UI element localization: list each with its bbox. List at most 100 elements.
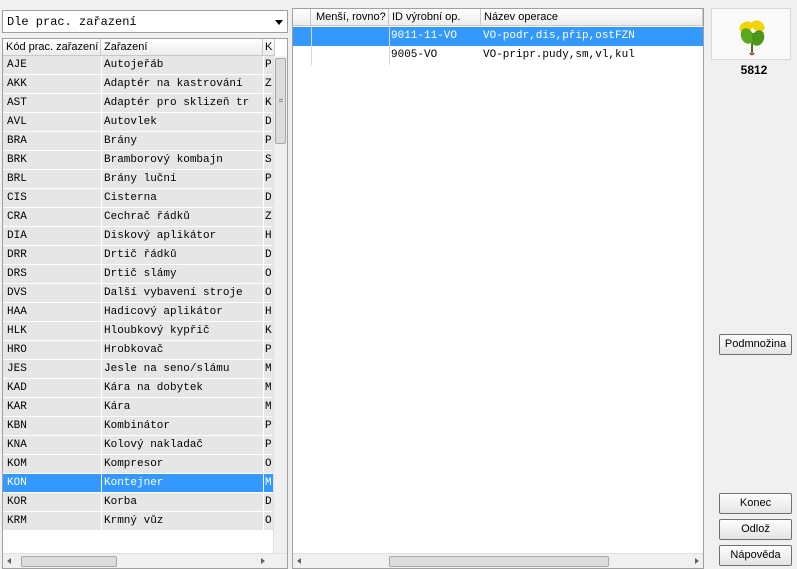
table-cell-code: AST	[7, 97, 27, 109]
table-row[interactable]: KAR Kára M	[3, 398, 273, 417]
table-row[interactable]: AKK Adaptér na kastrování Z	[3, 75, 273, 94]
table-cell-k: S	[265, 154, 272, 166]
table-row[interactable]: KOM Kompresor O	[3, 455, 273, 474]
table-cell-name: Cisterna	[104, 192, 157, 204]
table-row[interactable]: 9011-11-VO VO-podr,dis,přip,ostFZN	[293, 27, 703, 46]
table-row[interactable]: CRA Čechrač řádků Z	[3, 208, 273, 227]
vertical-scrollbar[interactable]	[273, 56, 287, 553]
table-cell-name: Hadicový aplikátor	[104, 306, 223, 318]
table-cell-id: 9011-11-VO	[391, 30, 458, 42]
table-cell-code: DRR	[7, 249, 27, 261]
table-cell-k: K	[265, 325, 272, 337]
table-cell-k: D	[265, 116, 272, 128]
table-cell-code: HLK	[7, 325, 27, 337]
table-cell-name: Kára na dobytek	[104, 382, 204, 394]
table-row[interactable]: AJE Autojeřáb P	[3, 56, 273, 75]
table-cell-code: KRM	[7, 515, 27, 527]
table-cell-name: VO-podr,dis,přip,ostFZN	[483, 30, 635, 42]
column-header-operation-name[interactable]: Název operace	[481, 9, 703, 26]
table-cell-name: Drtič slámy	[104, 268, 177, 280]
table-row[interactable]: KRM Krmný vůz O	[3, 512, 273, 531]
table-cell-k: P	[265, 59, 272, 71]
horizontal-scrollbar[interactable]	[3, 553, 287, 568]
scrollbar-thumb[interactable]	[21, 556, 117, 567]
category-grid: Kód prac. zařazení Zařazení K AJE Autojeř…	[2, 38, 288, 569]
column-divider	[263, 56, 264, 553]
table-cell-k: P	[265, 173, 272, 185]
end-button[interactable]: Konec	[719, 493, 792, 514]
table-row[interactable]: HLK Hloubkový kypřič K	[3, 322, 273, 341]
column-header-operation-id[interactable]: ID výrobní op.	[389, 9, 481, 26]
table-cell-code: BRL	[7, 173, 27, 185]
table-row[interactable]: HAA Hadicový aplikátor H	[3, 303, 273, 322]
table-cell-k: M	[265, 477, 272, 489]
help-button[interactable]: Nápověda	[719, 545, 792, 566]
scroll-left-icon[interactable]	[7, 558, 11, 564]
table-row[interactable]: KON Kontejner M	[3, 474, 273, 493]
side-panel: 5812 Podmnožina Konec Odlož Nápověda	[711, 8, 797, 569]
filter-combobox[interactable]: Dle prac. zařazení	[2, 10, 288, 33]
table-cell-name: Jesle na seno/slámu	[104, 363, 230, 375]
table-row[interactable]: KAD Kára na dobytek M	[3, 379, 273, 398]
table-row[interactable]: HRO Hrobkovač P	[3, 341, 273, 360]
table-row[interactable]: KNA Kolový nakladač P	[3, 436, 273, 455]
scroll-right-icon[interactable]	[695, 558, 699, 564]
table-cell-name: Bramborový kombajn	[104, 154, 223, 166]
table-cell-name: Autojeřáb	[104, 59, 164, 71]
table-row[interactable]: KBN Kombinátor P	[3, 417, 273, 436]
table-cell-name: Kára	[104, 401, 131, 413]
table-row[interactable]: JES Jesle na seno/slámu M	[3, 360, 273, 379]
column-header-blank	[293, 9, 311, 26]
table-cell-k: M	[265, 401, 272, 413]
scroll-left-icon[interactable]	[297, 558, 301, 564]
column-header-less-equal[interactable]: Menší, rovno?	[311, 9, 389, 26]
table-cell-name: Adaptér pro sklizeň tr	[104, 97, 250, 109]
table-cell-k: P	[265, 420, 272, 432]
defer-button[interactable]: Odlož	[719, 519, 792, 540]
chevron-down-icon[interactable]	[275, 20, 283, 25]
table-cell-name: Krmný vůz	[104, 515, 164, 527]
table-cell-name: Brány luční	[104, 173, 177, 185]
scroll-right-icon[interactable]	[261, 558, 265, 564]
table-row[interactable]: AVL Autovlek D	[3, 113, 273, 132]
filter-combobox-value: Dle prac. zařazení	[7, 15, 137, 29]
table-cell-k: O	[265, 287, 272, 299]
table-cell-code: CIS	[7, 192, 27, 204]
table-row[interactable]: DRS Drtič slámy O	[3, 265, 273, 284]
table-row[interactable]: DIA Diskový aplikátor H	[3, 227, 273, 246]
subset-button[interactable]: Podmnožina	[719, 334, 792, 355]
table-cell-code: KON	[7, 477, 27, 489]
table-row[interactable]: BRK Bramborový kombajn S	[3, 151, 273, 170]
column-header-k[interactable]: K	[263, 39, 275, 56]
table-row[interactable]: DVS Další vybavení stroje O	[3, 284, 273, 303]
table-row[interactable]: BRA Brány P	[3, 132, 273, 151]
table-cell-code: BRK	[7, 154, 27, 166]
table-cell-code: KAR	[7, 401, 27, 413]
column-header-code[interactable]: Kód prac. zařazení	[3, 39, 101, 56]
scrollbar-thumb[interactable]	[275, 58, 286, 144]
table-cell-id: 9005-VO	[391, 49, 438, 61]
table-cell-name: Kompresor	[104, 458, 164, 470]
table-cell-name: Kombinátor	[104, 420, 171, 432]
table-cell-name: Diskový aplikátor	[104, 230, 217, 242]
table-cell-k: H	[265, 230, 272, 242]
table-row[interactable]: 9005-VO VO-pripr.pudy,sm,vl,kul	[293, 46, 703, 65]
table-cell-code: HAA	[7, 306, 27, 318]
table-cell-code: KBN	[7, 420, 27, 432]
table-row[interactable]: DRR Drtič řádků D	[3, 246, 273, 265]
horizontal-scrollbar[interactable]	[293, 553, 703, 568]
table-cell-k: D	[265, 192, 272, 204]
table-cell-k: Z	[265, 78, 272, 90]
table-cell-code: HRO	[7, 344, 27, 356]
table-cell-code: CRA	[7, 211, 27, 223]
table-row[interactable]: AST Adaptér pro sklizeň tr K	[3, 94, 273, 113]
table-row[interactable]: KOR Korba D	[3, 493, 273, 512]
table-cell-name: Čechrač řádků	[104, 211, 190, 223]
table-cell-code: KAD	[7, 382, 27, 394]
column-header-category[interactable]: Zařazení	[101, 39, 263, 56]
scrollbar-thumb[interactable]	[389, 556, 609, 567]
table-row[interactable]: CIS Cisterna D	[3, 189, 273, 208]
table-row[interactable]: BRL Brány luční P	[3, 170, 273, 189]
user-id-label: 5812	[740, 63, 768, 77]
table-cell-k: D	[265, 496, 272, 508]
